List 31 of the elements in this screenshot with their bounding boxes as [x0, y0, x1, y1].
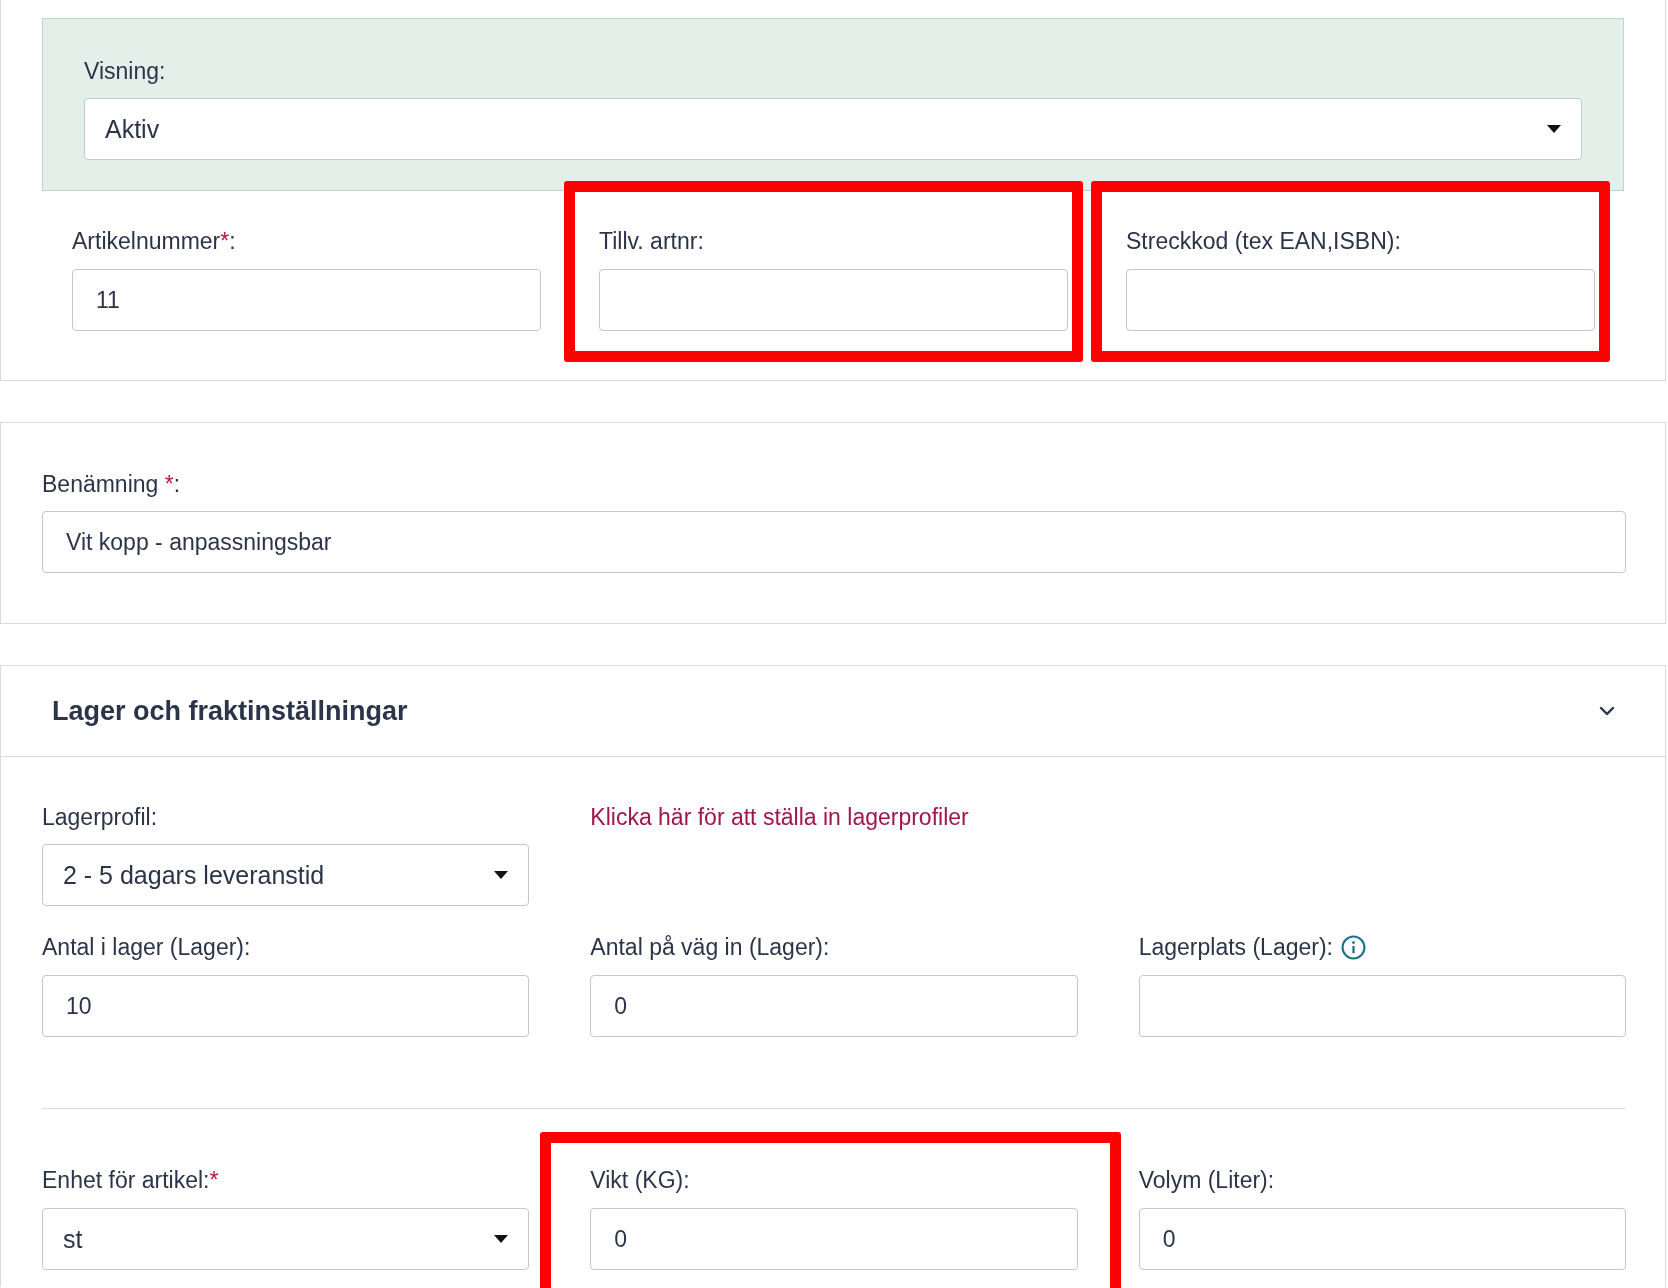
- input-field[interactable]: [1138, 975, 1626, 1037]
- field-label: Antal på väg in (Lager):: [590, 933, 830, 962]
- select-field[interactable]: 2 - 5 dagars leveranstid: [42, 844, 530, 906]
- field-label: Lagerprofil:: [42, 803, 158, 832]
- select-field[interactable]: st: [42, 1208, 530, 1270]
- field-label: Volym (Liter):: [1138, 1166, 1275, 1195]
- input-field[interactable]: 0: [590, 1208, 1078, 1270]
- field-label: Enhet för artikel:*: [42, 1166, 219, 1195]
- input-field[interactable]: 0: [1138, 1208, 1626, 1270]
- caret-icon: [494, 871, 509, 879]
- field-label: Antal i lager (Lager):: [42, 933, 251, 962]
- field-label: Vikt (KG):: [590, 1166, 690, 1195]
- field-label: Benämning *:: [42, 470, 182, 499]
- chevron-icon[interactable]: [1599, 706, 1615, 716]
- field-label: Visning:: [84, 57, 167, 86]
- caret-icon: [1547, 125, 1561, 133]
- input-field[interactable]: [1126, 269, 1595, 331]
- input-field[interactable]: Vit kopp - anpassningsbar: [42, 511, 1626, 573]
- field-label: Lagerplats (Lager):: [1138, 933, 1333, 962]
- input-field[interactable]: 10: [42, 975, 530, 1037]
- input-field[interactable]: 11: [72, 269, 541, 331]
- info-icon[interactable]: [1341, 934, 1366, 960]
- field-label: Streckkod (tex EAN,ISBN):: [1126, 227, 1401, 256]
- status-select[interactable]: Aktiv: [84, 98, 1582, 160]
- input-field[interactable]: [599, 269, 1068, 331]
- field-label: Tillv. artnr:: [599, 227, 704, 256]
- section-title: Lager och fraktinställningar: [52, 695, 408, 727]
- caret-icon: [494, 1235, 509, 1243]
- input-field[interactable]: 0: [590, 975, 1078, 1037]
- profile-settings-link[interactable]: Klicka här för att ställa in lagerprofiler: [590, 804, 969, 830]
- field-label: Artikelnummer*:: [72, 227, 236, 256]
